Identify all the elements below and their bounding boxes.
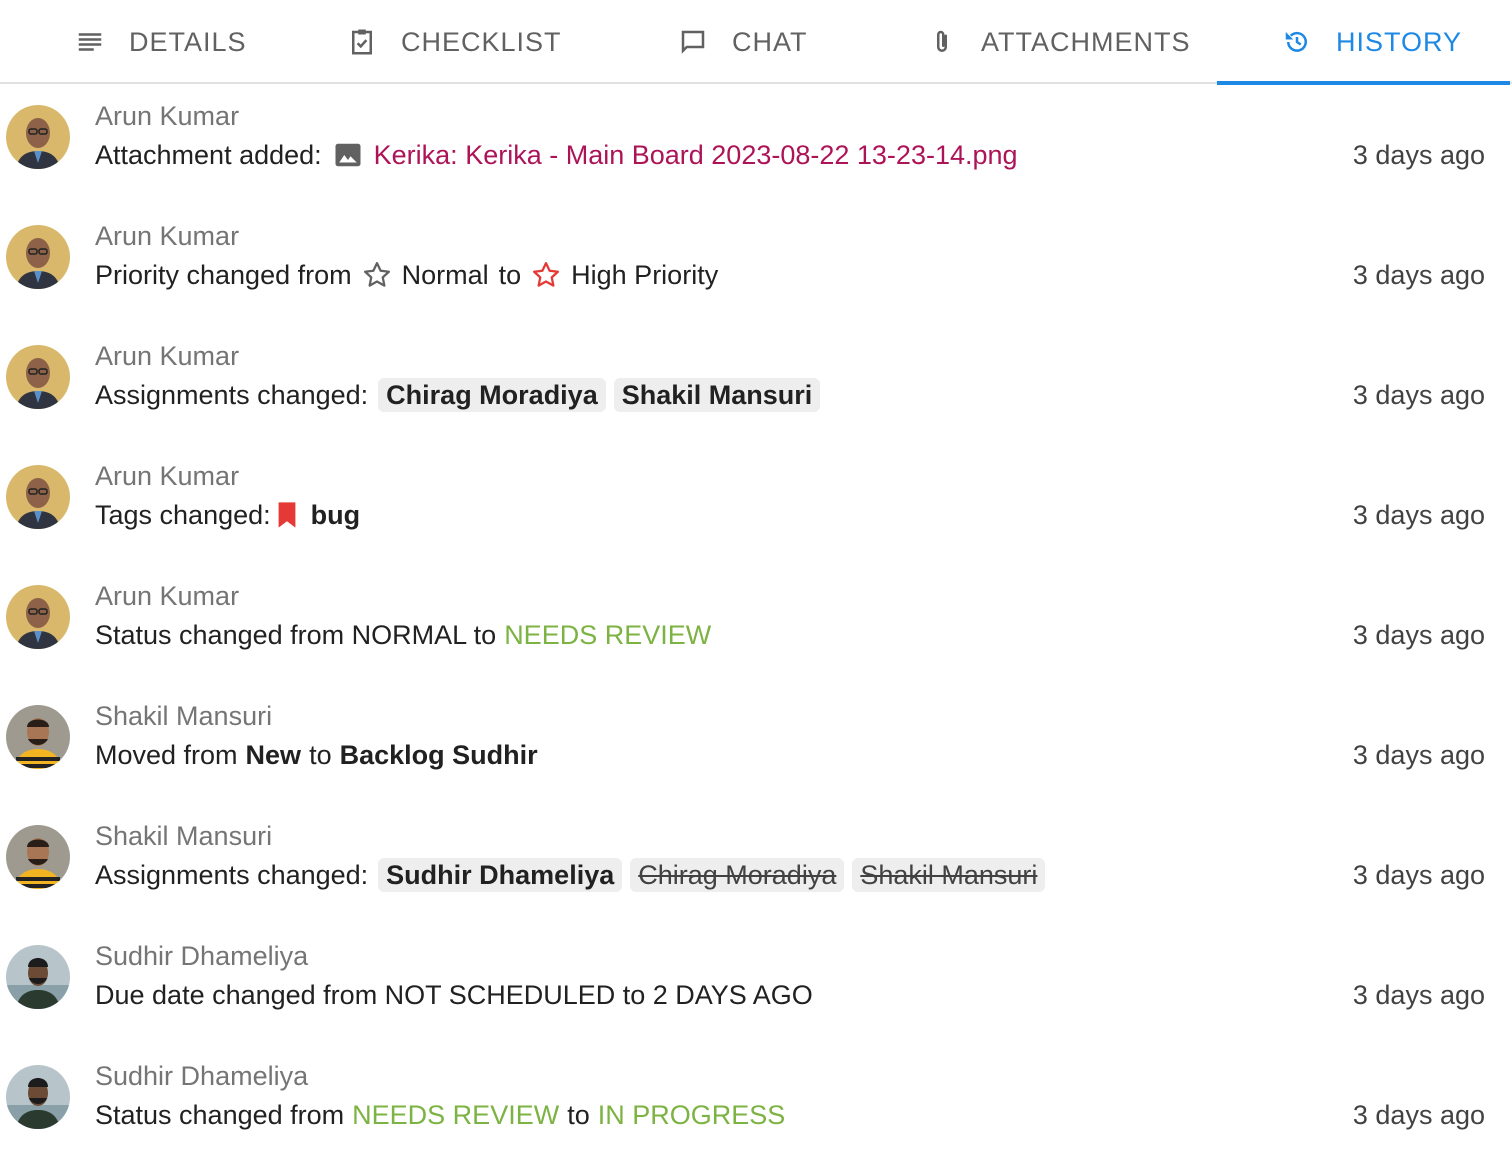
timestamp: 3 days ago (1352, 859, 1485, 890)
timestamp: 3 days ago (1352, 739, 1485, 770)
avatar (6, 1065, 70, 1129)
attachment-icon (927, 27, 957, 57)
timestamp: 3 days ago (1352, 979, 1485, 1010)
priority-to: High Priority (571, 259, 719, 290)
history-entry: Arun Kumar Tags changed: bug 3 days ago (0, 445, 1512, 565)
avatar (6, 105, 70, 169)
message-prefix: Priority changed from (95, 259, 352, 290)
message-prefix: Attachment added: (95, 139, 322, 170)
status-to: IN PROGRESS (597, 1099, 786, 1130)
author-name: Shakil Mansuri (95, 701, 273, 731)
history-message: Attachment added: Kerika: Kerika - Main … (95, 137, 1018, 173)
author-name: Sudhir Dhameliya (95, 941, 309, 971)
checklist-icon (347, 27, 377, 57)
priority-from: Normal (401, 259, 489, 290)
timestamp: 3 days ago (1352, 139, 1485, 170)
history-message: Due date changed from NOT SCHEDULED to 2… (95, 977, 813, 1013)
move-word-2: to (309, 739, 332, 770)
tab-bar: DETAILS CHECKLIST CHAT ATTACHMENTS HISTO… (0, 0, 1512, 85)
avatar (6, 345, 70, 409)
history-entry: Arun Kumar Status changed from NORMAL to… (0, 565, 1512, 685)
status-from: NEEDS REVIEW (352, 1099, 560, 1130)
tab-history[interactable]: HISTORY (1282, 0, 1462, 84)
avatar (6, 705, 70, 769)
history-entry: Shakil Mansuri Moved from New to Backlog… (0, 685, 1512, 805)
history-message: Assignments changed: Sudhir Dhameliya Ch… (95, 857, 1046, 893)
history-message: Priority changed from Normal to High Pri… (95, 257, 718, 293)
history-message: Assignments changed: Chirag Moradiya Sha… (95, 377, 821, 413)
timestamp: 3 days ago (1352, 619, 1485, 650)
author-name: Arun Kumar (95, 221, 240, 251)
assignee-chip-removed[interactable]: Shakil Mansuri (852, 858, 1046, 892)
tab-checklist-label: CHECKLIST (401, 26, 562, 57)
assignee-chip[interactable]: Shakil Mansuri (613, 378, 821, 412)
history-entry: Arun Kumar Priority changed from Normal … (0, 205, 1512, 325)
avatar (6, 225, 70, 289)
to-word: to (567, 1099, 590, 1130)
message-text: Due date changed from NOT SCHEDULED to 2… (95, 979, 813, 1010)
tab-chat[interactable]: CHAT (678, 0, 808, 84)
timestamp: 3 days ago (1352, 259, 1485, 290)
history-entry: Arun Kumar Attachment added: Kerika: Ker… (0, 85, 1512, 205)
tag-name: bug (310, 499, 361, 530)
author-name: Arun Kumar (95, 461, 240, 491)
tab-checklist[interactable]: CHECKLIST (347, 0, 562, 84)
author-name: Sudhir Dhameliya (95, 1061, 309, 1091)
image-icon (332, 140, 364, 170)
attachment-link[interactable]: Kerika: Kerika - Main Board 2023-08-22 1… (374, 140, 1018, 171)
message-prefix: Tags changed: (95, 499, 271, 530)
assignee-chip[interactable]: Chirag Moradiya (378, 378, 606, 412)
author-name: Shakil Mansuri (95, 821, 273, 851)
history-entry: Sudhir Dhameliya Status changed from NEE… (0, 1045, 1512, 1165)
tab-chat-label: CHAT (732, 26, 808, 57)
assignee-chip-removed[interactable]: Chirag Moradiya (630, 858, 845, 892)
message-prefix: Assignments changed: (95, 379, 369, 410)
author-name: Arun Kumar (95, 101, 240, 131)
assignee-chip-added[interactable]: Sudhir Dhameliya (378, 858, 623, 892)
move-word-1: Moved from (95, 739, 238, 770)
history-entry: Sudhir Dhameliya Due date changed from N… (0, 925, 1512, 1045)
history-entry: Arun Kumar Assignments changed: Chirag M… (0, 325, 1512, 445)
tab-attachments[interactable]: ATTACHMENTS (927, 0, 1191, 84)
history-message: Status changed from NORMAL to NEEDS REVI… (95, 617, 711, 653)
history-message: Status changed from NEEDS REVIEW to IN P… (95, 1097, 785, 1133)
avatar (6, 825, 70, 889)
message-prefix: Assignments changed: (95, 859, 369, 890)
details-icon (75, 27, 105, 57)
timestamp: 3 days ago (1352, 499, 1485, 530)
moved-to: Backlog Sudhir (339, 739, 538, 770)
tab-attachments-label: ATTACHMENTS (981, 26, 1191, 57)
moved-from: New (245, 739, 302, 770)
avatar (6, 585, 70, 649)
tab-details[interactable]: DETAILS (75, 0, 247, 84)
history-message: Tags changed: bug (95, 497, 360, 533)
history-message: Moved from New to Backlog Sudhir (95, 737, 538, 773)
tab-history-label: HISTORY (1336, 26, 1463, 57)
avatar (6, 945, 70, 1009)
timestamp: 3 days ago (1352, 379, 1485, 410)
star-high-priority-icon (531, 260, 561, 290)
chat-icon (678, 27, 708, 57)
tab-details-label: DETAILS (129, 26, 247, 57)
author-name: Arun Kumar (95, 581, 240, 611)
to-word: to (498, 259, 522, 290)
tag-bookmark-icon (277, 501, 297, 529)
timestamp: 3 days ago (1352, 1099, 1485, 1130)
message-prefix: Status changed from (95, 1099, 345, 1130)
author-name: Arun Kumar (95, 341, 240, 371)
history-icon (1282, 27, 1312, 57)
history-entry: Shakil Mansuri Assignments changed: Sudh… (0, 805, 1512, 925)
avatar (6, 465, 70, 529)
status-value: NEEDS REVIEW (504, 619, 712, 650)
star-outline-icon (362, 260, 392, 290)
message-prefix: Status changed from NORMAL to (95, 619, 497, 650)
